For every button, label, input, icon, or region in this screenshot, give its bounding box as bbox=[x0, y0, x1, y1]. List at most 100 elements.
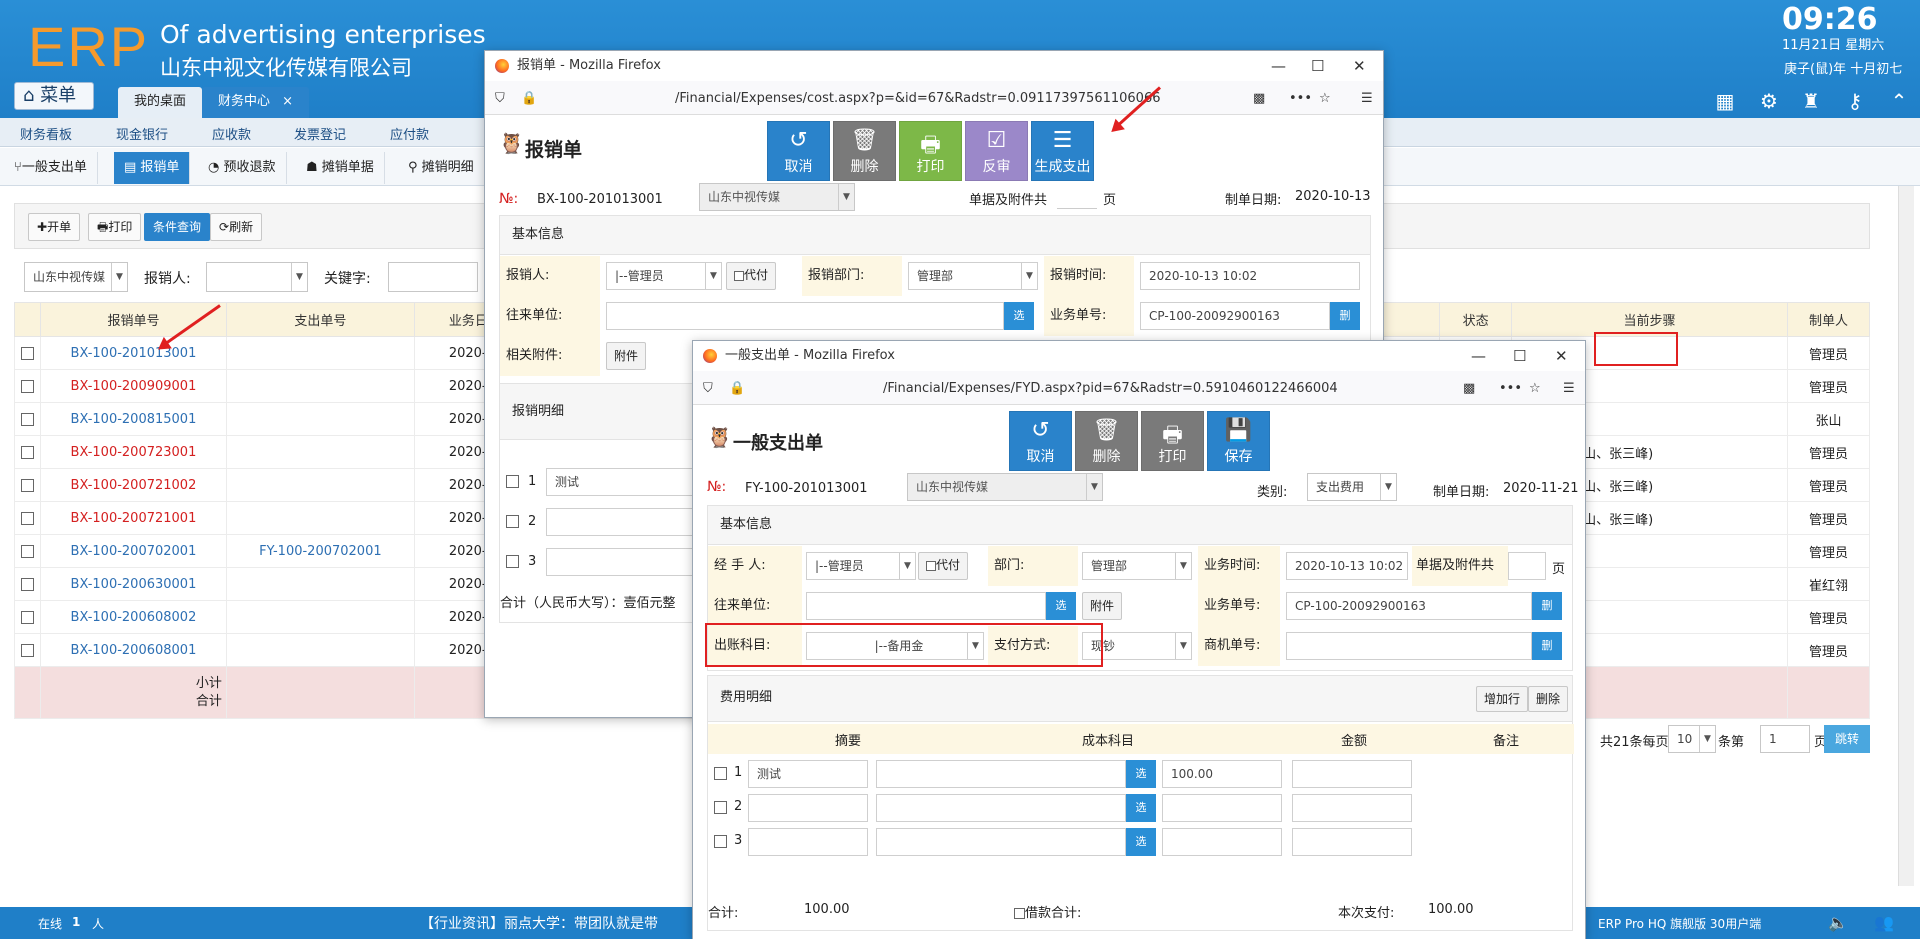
bizno-delete-button[interactable]: 删 bbox=[1532, 592, 1562, 620]
refresh-button[interactable]: ⟳刷新 bbox=[210, 213, 263, 241]
pay-no-link[interactable]: FY-100-200702001 bbox=[225, 534, 415, 568]
company-select[interactable]: 山东中视传媒 ▼ bbox=[24, 262, 128, 292]
qr-icon[interactable]: ▩ bbox=[1253, 87, 1265, 111]
summary-input[interactable] bbox=[748, 794, 868, 822]
dept-select[interactable]: 管理部 ▼ bbox=[1082, 552, 1192, 580]
tab-close-icon[interactable]: × bbox=[282, 94, 293, 109]
add-row-button[interactable]: 增加行 bbox=[1476, 686, 1529, 712]
subtab-general-expense[interactable]: ⑂一般支出单 bbox=[4, 152, 98, 184]
row-checkbox[interactable] bbox=[714, 801, 727, 814]
reimb-no-link[interactable]: BX-100-200723001 bbox=[39, 435, 227, 469]
cost-account-input[interactable] bbox=[876, 828, 1126, 856]
hamburger-icon[interactable]: ☰ bbox=[1361, 87, 1373, 111]
reimb-no-link[interactable]: BX-100-200702001 bbox=[39, 534, 227, 568]
subtab-reimbursement[interactable]: ▤ 报销单 bbox=[114, 152, 191, 184]
print-button[interactable]: 🖶打印 bbox=[1141, 411, 1204, 471]
minimize-icon[interactable]: — bbox=[1271, 51, 1286, 81]
row-checkbox[interactable] bbox=[20, 379, 34, 393]
save-button[interactable]: 💾 保存 bbox=[1207, 411, 1270, 471]
key-icon[interactable]: ⚷ bbox=[1844, 90, 1866, 112]
news-ticker[interactable]: 【行业资讯】丽点大学：带团队就是带 bbox=[420, 913, 658, 933]
reimb-no-link[interactable]: BX-100-200608002 bbox=[39, 600, 227, 634]
subtab-amortize-detail[interactable]: ⚲ 摊销明细 bbox=[398, 152, 485, 184]
nav-payable[interactable]: 应付款 bbox=[390, 124, 429, 143]
bizno-delete-button[interactable]: 删 bbox=[1330, 302, 1360, 330]
row-checkbox[interactable] bbox=[20, 610, 34, 624]
remark-input[interactable] bbox=[1292, 794, 1412, 822]
bizno-input[interactable]: CP-100-20092900163 bbox=[1286, 592, 1532, 620]
new-button[interactable]: ✚开单 bbox=[28, 213, 81, 241]
generate-expense-button[interactable]: ☰ 生成支出 bbox=[1031, 121, 1094, 181]
company-select[interactable]: 山东中视传媒 ▼ bbox=[699, 183, 855, 211]
partner-select-button[interactable]: 选 bbox=[1004, 302, 1034, 330]
row-checkbox[interactable] bbox=[714, 767, 727, 780]
url-text[interactable]: /Financial/Expenses/FYD.aspx?pid=67&Rads… bbox=[883, 377, 1363, 401]
page-input[interactable]: 1 bbox=[1760, 725, 1810, 753]
remark-input[interactable] bbox=[1292, 828, 1412, 856]
handler-select[interactable]: |--管理员 ▼ bbox=[806, 552, 916, 580]
tab-desktop[interactable]: 我的桌面 bbox=[118, 87, 203, 118]
reimb-no-link[interactable]: BX-100-200909001 bbox=[39, 369, 227, 403]
go-button[interactable]: 跳转 bbox=[1824, 725, 1870, 753]
partner-select-button[interactable]: 选 bbox=[1046, 592, 1076, 620]
pay-no-link[interactable] bbox=[225, 501, 415, 535]
row-checkbox[interactable] bbox=[20, 346, 34, 360]
print-button[interactable]: 🖶打印 bbox=[88, 213, 142, 241]
pay-no-link[interactable] bbox=[225, 435, 415, 469]
partner-input[interactable] bbox=[806, 592, 1046, 620]
menu-button[interactable]: ⌂ 菜单 bbox=[14, 82, 94, 110]
merchant-delete-button[interactable]: 删 bbox=[1532, 632, 1562, 660]
delete-button[interactable]: 🗑 删除 bbox=[1075, 411, 1138, 471]
keyword-input[interactable] bbox=[388, 262, 478, 292]
hamburger-icon[interactable]: ☰ bbox=[1563, 377, 1575, 401]
close-icon[interactable]: ✕ bbox=[1555, 341, 1568, 371]
nav-cash-bank[interactable]: 现金银行 bbox=[116, 124, 168, 143]
reimb-no-link[interactable]: BX-100-200630001 bbox=[39, 567, 227, 601]
loan-total[interactable]: 借款合计: bbox=[1014, 902, 1081, 921]
pay-no-link[interactable] bbox=[225, 468, 415, 502]
star-icon[interactable]: ☆ bbox=[1529, 377, 1541, 401]
delete-row-button[interactable]: 删除 bbox=[1528, 686, 1569, 712]
person-select[interactable]: |--管理员 ▼ bbox=[606, 262, 722, 290]
reimb-no-link[interactable]: BX-100-200608001 bbox=[39, 633, 227, 667]
summary-input[interactable] bbox=[546, 548, 706, 576]
summary-input[interactable]: 测试 bbox=[546, 468, 706, 496]
files-button[interactable]: 附件 bbox=[606, 342, 647, 370]
insecure-lock-icon[interactable]: 🔒 bbox=[521, 87, 537, 111]
row-checkbox[interactable] bbox=[20, 577, 34, 591]
company-select[interactable]: 山东中视传媒 ▼ bbox=[907, 473, 1103, 501]
summary-input[interactable] bbox=[748, 828, 868, 856]
nav-invoice[interactable]: 发票登记 bbox=[294, 124, 346, 143]
shield-icon[interactable]: ⛉ bbox=[495, 87, 505, 111]
qr-icon[interactable]: ▩ bbox=[1463, 377, 1475, 401]
page-scrollbar[interactable] bbox=[1898, 186, 1914, 886]
cost-account-input[interactable] bbox=[876, 760, 1126, 788]
unapprove-button[interactable]: ☑ 反审 bbox=[965, 121, 1028, 181]
more-icon[interactable]: ••• bbox=[1289, 87, 1312, 111]
row-checkbox[interactable] bbox=[506, 555, 519, 568]
pay-no-link[interactable] bbox=[225, 336, 415, 370]
reimb-no-link[interactable]: BX-100-201013001 bbox=[39, 336, 227, 370]
cancel-button[interactable]: ↺ 取消 bbox=[1009, 411, 1072, 471]
cost-account-select-button[interactable]: 选 bbox=[1126, 828, 1156, 856]
time-input[interactable]: 2020-10-13 10:02 bbox=[1286, 552, 1408, 580]
tab-finance[interactable]: 财务中心 × bbox=[202, 87, 310, 118]
reimb-no-link[interactable]: BX-100-200721001 bbox=[39, 501, 227, 535]
bizno-input[interactable]: CP-100-20092900163 bbox=[1140, 302, 1330, 330]
row-checkbox[interactable] bbox=[20, 544, 34, 558]
files-button[interactable]: 附件 bbox=[1082, 592, 1123, 620]
reimb-no-link[interactable]: BX-100-200815001 bbox=[39, 402, 227, 436]
pay-no-link[interactable] bbox=[225, 633, 415, 667]
star-icon[interactable]: ☆ bbox=[1319, 87, 1331, 111]
amount-input[interactable] bbox=[1162, 828, 1282, 856]
attach-count-input[interactable] bbox=[1057, 183, 1097, 209]
summary-input[interactable]: 测试 bbox=[748, 760, 868, 788]
type-select[interactable]: 支出费用 ▼ bbox=[1307, 473, 1397, 501]
cost-account-select-button[interactable]: 选 bbox=[1126, 794, 1156, 822]
maximize-icon[interactable]: ☐ bbox=[1513, 341, 1526, 371]
print-button[interactable]: 🖶打印 bbox=[899, 121, 962, 181]
row-checkbox[interactable] bbox=[20, 511, 34, 525]
cost-account-input[interactable] bbox=[876, 794, 1126, 822]
shield-icon[interactable]: ⛉ bbox=[703, 377, 713, 401]
partner-input[interactable] bbox=[606, 302, 1004, 330]
